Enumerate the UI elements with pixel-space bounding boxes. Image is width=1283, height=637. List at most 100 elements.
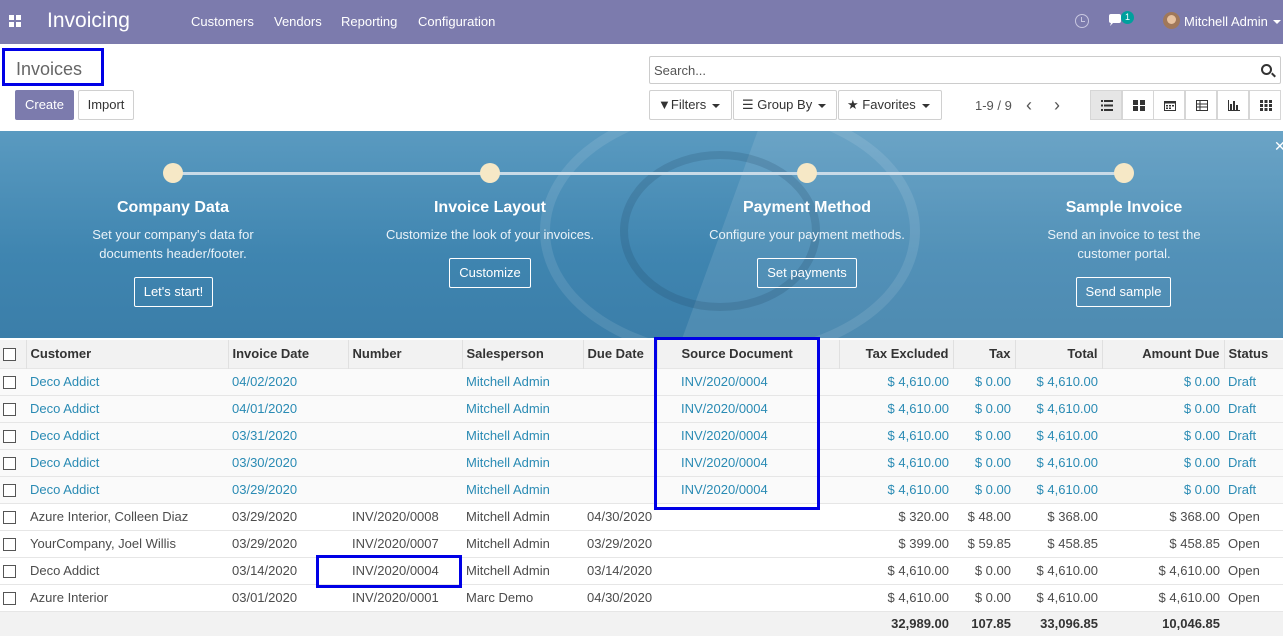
cell-customer: Deco Addict	[26, 421, 228, 449]
step-company-data: Company Data Set your company's data for…	[43, 199, 303, 263]
column-salesperson[interactable]: Salesperson	[461, 340, 583, 368]
table-row[interactable]: Azure Interior 03/01/2020 INV/2020/0001 Mar…	[0, 583, 1283, 611]
table-row[interactable]: Deco Addict 03/31/2020 Mitchell Admin INV/2…	[0, 421, 1283, 449]
pager-value[interactable]: 1-9 / 9	[975, 98, 1012, 113]
cell-customer: Azure Interior	[26, 583, 228, 611]
step-dot	[1114, 163, 1134, 183]
cell-status: Draft	[1224, 367, 1283, 395]
total-tax-excluded: 32,989.00	[839, 610, 953, 636]
calendar-view-icon	[1164, 101, 1176, 111]
cell-tax-excluded: $ 4,610.00	[839, 583, 953, 611]
messages-badge: 1	[1121, 11, 1135, 24]
row-checkbox[interactable]	[3, 592, 16, 606]
cell-salesperson: Marc Demo	[462, 583, 583, 611]
avatar[interactable]	[1163, 12, 1180, 29]
row-checkbox[interactable]	[3, 511, 16, 525]
table-row[interactable]: Azure Interior, Colleen Diaz 03/29/2020 IN…	[0, 502, 1283, 530]
cell-due-date: 04/30/2020	[583, 502, 657, 530]
calendar-view-button[interactable]	[1153, 90, 1185, 120]
pager-previous-icon[interactable]: ‹	[1026, 96, 1032, 114]
cell-tax-excluded: $ 399.00	[839, 529, 953, 557]
row-checkbox[interactable]	[3, 430, 16, 444]
cell-invoice-date: 04/02/2020	[228, 367, 348, 395]
list-view-button[interactable]	[1090, 90, 1122, 120]
cell-amount-due: $ 4,610.00	[1102, 556, 1224, 584]
cell-amount-due: $ 458.85	[1102, 529, 1224, 557]
menu-vendors[interactable]: Vendors	[274, 14, 322, 29]
cell-total: $ 4,610.00	[1015, 367, 1102, 395]
filters-button[interactable]: ▼Filters	[649, 90, 732, 120]
column-due-date[interactable]: Due Date	[582, 340, 657, 368]
row-checkbox[interactable]	[3, 538, 16, 552]
menu-configuration[interactable]: Configuration	[418, 14, 495, 29]
table-row[interactable]: Deco Addict 04/02/2020 Mitchell Admin INV/2…	[0, 367, 1283, 395]
select-all-checkbox[interactable]	[3, 348, 16, 362]
cell-due-date: 04/30/2020	[583, 583, 657, 611]
graph-view-button[interactable]	[1217, 90, 1249, 120]
set-payments-button[interactable]: Set payments	[757, 258, 857, 288]
row-checkbox[interactable]	[3, 403, 16, 417]
table-row[interactable]: YourCompany, Joel Willis 03/29/2020 INV/20…	[0, 529, 1283, 557]
kanban-view-icon	[1133, 100, 1145, 111]
column-status[interactable]: Status	[1223, 340, 1283, 368]
column-tax-excluded[interactable]: Tax Excluded	[838, 340, 953, 368]
user-menu-name[interactable]: Mitchell Admin	[1184, 14, 1268, 29]
menu-customers[interactable]: Customers	[191, 14, 254, 29]
cell-due-date	[583, 475, 657, 503]
column-number[interactable]: Number	[347, 340, 462, 368]
column-amount-due[interactable]: Amount Due	[1101, 340, 1224, 368]
cell-customer: Deco Addict	[26, 475, 228, 503]
lets-start-button[interactable]: Let's start!	[134, 277, 213, 307]
cell-due-date	[583, 394, 657, 422]
table-row[interactable]: Deco Addict 03/29/2020 Mitchell Admin INV/2…	[0, 475, 1283, 503]
step-description: Set your company's data for	[92, 227, 254, 242]
pivot-view-icon	[1196, 100, 1208, 111]
cell-tax: $ 0.00	[953, 421, 1015, 449]
number-highlight	[316, 555, 462, 588]
group-by-label: Group By	[757, 97, 813, 112]
column-tax[interactable]: Tax	[952, 340, 1015, 368]
onboarding-progress-line	[173, 172, 1124, 175]
column-customer[interactable]: Customer	[25, 340, 228, 368]
cell-total: $ 4,610.00	[1015, 475, 1102, 503]
cell-total: $ 4,610.00	[1015, 583, 1102, 611]
row-checkbox[interactable]	[3, 565, 16, 579]
cell-tax: $ 0.00	[953, 556, 1015, 584]
cell-salesperson: Mitchell Admin	[462, 529, 583, 557]
column-invoice-date[interactable]: Invoice Date	[227, 340, 348, 368]
table-row[interactable]: Deco Addict 03/14/2020 INV/2020/0004 Mitche…	[0, 556, 1283, 584]
send-sample-button[interactable]: Send sample	[1076, 277, 1171, 307]
table-row[interactable]: Deco Addict 03/30/2020 Mitchell Admin INV/2…	[0, 448, 1283, 476]
search-input[interactable]	[654, 61, 1254, 79]
cell-invoice-date: 03/01/2020	[228, 583, 348, 611]
cell-status: Open	[1224, 502, 1283, 530]
activity-clock-icon[interactable]	[1075, 14, 1089, 28]
row-checkbox[interactable]	[3, 457, 16, 471]
group-by-button[interactable]: ☰ Group By	[733, 90, 837, 120]
step-invoice-layout: Invoice Layout Customize the look of you…	[360, 199, 620, 244]
grid-view-button[interactable]	[1249, 90, 1281, 120]
import-button[interactable]: Import	[78, 90, 134, 120]
customize-button[interactable]: Customize	[449, 258, 531, 288]
create-button[interactable]: Create	[15, 90, 74, 120]
row-checkbox[interactable]	[3, 484, 16, 498]
table-row[interactable]: Deco Addict 04/01/2020 Mitchell Admin INV/2…	[0, 394, 1283, 422]
cell-due-date	[583, 367, 657, 395]
cell-salesperson: Mitchell Admin	[462, 421, 583, 449]
caret-icon	[818, 103, 827, 108]
cell-due-date: 03/14/2020	[583, 556, 657, 584]
cell-due-date	[583, 448, 657, 476]
kanban-view-button[interactable]	[1122, 90, 1154, 120]
search-icon[interactable]	[1261, 64, 1272, 75]
favorites-button[interactable]: ★ Favorites	[838, 90, 942, 120]
cell-total: $ 4,610.00	[1015, 556, 1102, 584]
row-checkbox[interactable]	[3, 376, 16, 390]
pager-next-icon[interactable]: ›	[1054, 96, 1060, 114]
close-icon[interactable]: ✕	[1274, 138, 1283, 155]
user-caret-icon[interactable]	[1273, 20, 1281, 24]
pivot-view-button[interactable]	[1185, 90, 1217, 120]
column-total[interactable]: Total	[1014, 340, 1102, 368]
menu-reporting[interactable]: Reporting	[341, 14, 397, 29]
apps-menu-icon[interactable]	[9, 15, 22, 28]
total-amount-due: 10,046.85	[1102, 610, 1224, 636]
